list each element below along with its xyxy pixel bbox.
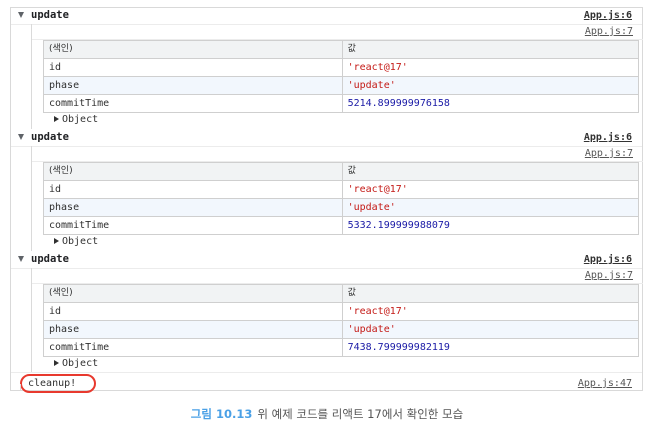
cleanup-log-line: cleanup! App.js:47 bbox=[11, 372, 642, 395]
console-table: (색인) 값 id 'react@17' phase 'update' comm… bbox=[43, 284, 640, 357]
table-cell-value: 5332.199999988079 bbox=[341, 216, 640, 235]
source-link[interactable]: App.js:6 bbox=[584, 132, 632, 144]
console-group-header[interactable]: update App.js:6 bbox=[11, 252, 642, 269]
table-header-row: (색인) 값 bbox=[43, 40, 640, 59]
object-expander[interactable]: Object bbox=[54, 114, 98, 126]
console-table: (색인) 값 id 'react@17' phase 'update' comm… bbox=[43, 40, 640, 113]
table-cell-key: commitTime bbox=[43, 216, 343, 235]
expand-triangle-icon[interactable] bbox=[54, 116, 59, 122]
source-link[interactable]: App.js:6 bbox=[584, 10, 632, 22]
console-group-title: update bbox=[31, 253, 69, 265]
table-row: id 'react@17' bbox=[43, 302, 640, 321]
table-log-line: App.js:7 bbox=[32, 24, 643, 40]
console-group-body: App.js:7 (색인) 값 id 'react@17' phase 'upd… bbox=[31, 146, 643, 251]
table-cell-value: 7438.799999982119 bbox=[341, 338, 640, 357]
object-label: Object bbox=[62, 358, 99, 369]
table-row: phase 'update' bbox=[43, 198, 640, 217]
table-row: commitTime 5332.199999988079 bbox=[43, 216, 640, 235]
table-row: id 'react@17' bbox=[43, 180, 640, 199]
source-link[interactable]: App.js:7 bbox=[585, 148, 633, 160]
object-label: Object bbox=[62, 114, 99, 125]
console-group-header[interactable]: update App.js:6 bbox=[11, 8, 642, 25]
column-header-value[interactable]: 값 bbox=[341, 284, 640, 303]
column-header-index[interactable]: (색인) bbox=[43, 40, 343, 59]
table-cell-value: 'update' bbox=[341, 198, 640, 217]
table-cell-value: 'update' bbox=[341, 320, 640, 339]
figure-caption: 그림 10.13 위 예제 코드를 리액트 17에서 확인한 모습 bbox=[0, 407, 654, 421]
column-header-index[interactable]: (색인) bbox=[43, 284, 343, 303]
column-header-value[interactable]: 값 bbox=[341, 162, 640, 181]
console-group-body: App.js:7 (색인) 값 id 'react@17' phase 'upd… bbox=[31, 268, 643, 372]
column-header-index[interactable]: (색인) bbox=[43, 162, 343, 181]
collapse-triangle-icon[interactable] bbox=[18, 134, 24, 140]
table-log-line: App.js:7 bbox=[32, 268, 643, 284]
source-link[interactable]: App.js:7 bbox=[585, 26, 633, 38]
figure-number: 그림 10.13 bbox=[190, 407, 253, 421]
console-group-title: update bbox=[31, 9, 69, 21]
console-table: (색인) 값 id 'react@17' phase 'update' comm… bbox=[43, 162, 640, 235]
object-expander[interactable]: Object bbox=[54, 236, 98, 248]
table-cell-value: 'react@17' bbox=[341, 302, 640, 321]
table-cell-key: phase bbox=[43, 76, 343, 95]
console-panel: update App.js:6 App.js:7 (색인) 값 id 'reac… bbox=[10, 7, 643, 393]
table-row: commitTime 7438.799999982119 bbox=[43, 338, 640, 357]
source-link[interactable]: App.js:7 bbox=[585, 270, 633, 282]
table-cell-key: id bbox=[43, 180, 343, 199]
table-row: phase 'update' bbox=[43, 76, 640, 95]
expand-triangle-icon[interactable] bbox=[54, 238, 59, 244]
console-group-title: update bbox=[31, 131, 69, 143]
expand-triangle-icon[interactable] bbox=[54, 360, 59, 366]
group-indent-line bbox=[20, 384, 21, 390]
table-header-row: (색인) 값 bbox=[43, 162, 640, 181]
table-row: commitTime 5214.899999976158 bbox=[43, 94, 640, 113]
table-cell-key: id bbox=[43, 302, 343, 321]
collapse-triangle-icon[interactable] bbox=[18, 12, 24, 18]
table-cell-key: phase bbox=[43, 198, 343, 217]
collapse-triangle-icon[interactable] bbox=[18, 256, 24, 262]
table-cell-key: id bbox=[43, 58, 343, 77]
object-expander[interactable]: Object bbox=[54, 358, 98, 370]
console-group-header[interactable]: update App.js:6 bbox=[11, 130, 642, 147]
source-link[interactable]: App.js:47 bbox=[578, 378, 632, 390]
object-label: Object bbox=[62, 236, 99, 247]
table-cell-value: 'react@17' bbox=[341, 58, 640, 77]
table-cell-value: 5214.899999976158 bbox=[341, 94, 640, 113]
table-cell-key: phase bbox=[43, 320, 343, 339]
caption-text: 위 예제 코드를 리액트 17에서 확인한 모습 bbox=[257, 407, 464, 421]
highlight-circle bbox=[20, 374, 96, 393]
column-header-value[interactable]: 값 bbox=[341, 40, 640, 59]
table-cell-value: 'react@17' bbox=[341, 180, 640, 199]
table-cell-key: commitTime bbox=[43, 94, 343, 113]
console-group-body: App.js:7 (색인) 값 id 'react@17' phase 'upd… bbox=[31, 24, 643, 129]
table-cell-key: commitTime bbox=[43, 338, 343, 357]
source-link[interactable]: App.js:6 bbox=[584, 254, 632, 266]
table-cell-value: 'update' bbox=[341, 76, 640, 95]
table-row: phase 'update' bbox=[43, 320, 640, 339]
table-row: id 'react@17' bbox=[43, 58, 640, 77]
table-log-line: App.js:7 bbox=[32, 146, 643, 162]
table-header-row: (색인) 값 bbox=[43, 284, 640, 303]
